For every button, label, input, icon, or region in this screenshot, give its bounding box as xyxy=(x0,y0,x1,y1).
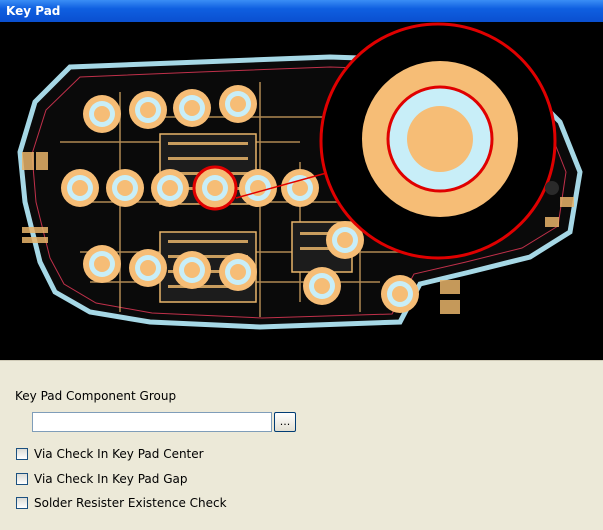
pcb-board-image xyxy=(0,22,603,360)
component-group-label: Key Pad Component Group xyxy=(15,389,177,403)
component-group-input[interactable] xyxy=(32,412,272,432)
window-title: Key Pad xyxy=(6,4,61,18)
solder-resister-checkbox-row[interactable]: Solder Resister Existence Check xyxy=(16,496,227,510)
magnifier-view xyxy=(319,22,557,260)
settings-panel: Key Pad Component Group ... Via Check In… xyxy=(0,360,603,530)
via-gap-checkbox-row[interactable]: Via Check In Key Pad Gap xyxy=(16,472,187,486)
via-center-label: Via Check In Key Pad Center xyxy=(34,447,204,461)
solder-resister-checkbox[interactable] xyxy=(16,497,28,509)
via-gap-label: Via Check In Key Pad Gap xyxy=(34,472,188,486)
title-bar: Key Pad xyxy=(0,0,603,22)
via-center-checkbox[interactable] xyxy=(16,448,28,460)
via-gap-checkbox[interactable] xyxy=(16,473,28,485)
via-center-checkbox-row[interactable]: Via Check In Key Pad Center xyxy=(16,447,204,461)
pcb-preview xyxy=(0,22,603,360)
browse-button[interactable]: ... xyxy=(274,412,296,432)
solder-resister-label: Solder Resister Existence Check xyxy=(34,496,227,510)
